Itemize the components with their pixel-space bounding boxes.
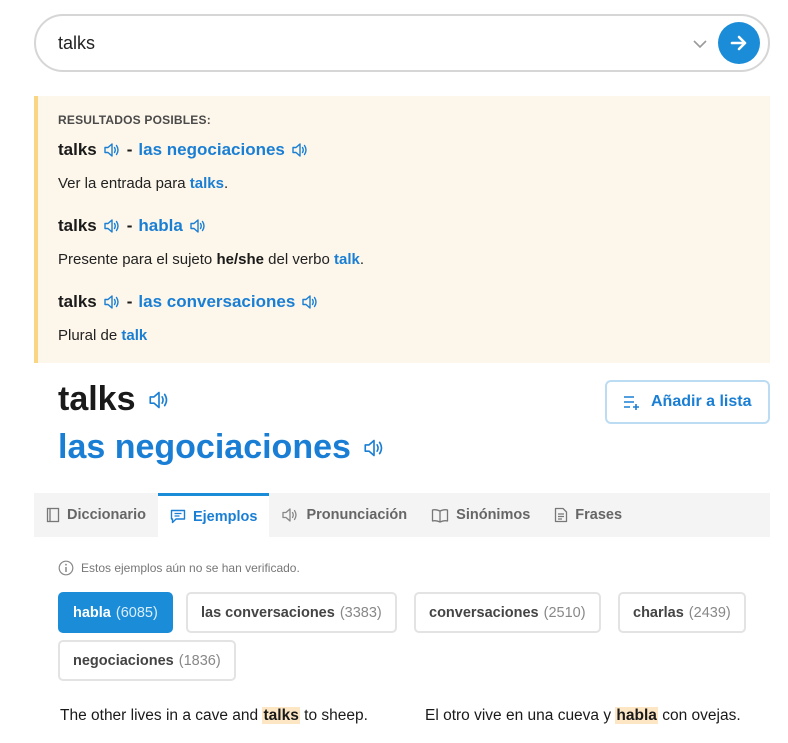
book-icon <box>46 507 60 523</box>
speaker-icon[interactable] <box>299 292 321 312</box>
result-description: Plural de talk <box>58 327 148 344</box>
example-sentence-en: The other lives in a cave and talks to s… <box>60 707 368 724</box>
add-to-list-label: Añadir a lista <box>651 393 752 410</box>
tab-sinonimos[interactable]: Sinónimos <box>419 493 542 537</box>
headword-translation-text[interactable]: las negociaciones <box>58 428 351 467</box>
headword-text: talks <box>58 380 136 418</box>
tab-frases[interactable]: Frases <box>542 493 634 537</box>
result-source-word: talks <box>58 292 97 311</box>
filter-chip[interactable]: habla (6085) <box>58 592 173 633</box>
result-translation-link[interactable]: las conversaciones <box>138 292 295 312</box>
speaker-icon <box>282 508 298 522</box>
result-dash: - <box>126 292 133 311</box>
arrow-right-icon <box>730 35 747 51</box>
tab-ejemplos[interactable]: Ejemplos <box>157 493 270 537</box>
speaker-icon[interactable] <box>101 292 123 312</box>
result-description: Ver la entrada para talks. <box>58 175 229 192</box>
tab-diccionario[interactable]: Diccionario <box>34 493 158 537</box>
result-line: talks - las conversaciones <box>58 292 321 312</box>
add-to-list-button[interactable]: Añadir a lista <box>605 380 770 424</box>
filter-chip[interactable]: charlas (2439) <box>618 592 746 633</box>
result-line: talks - las negociaciones <box>58 140 311 160</box>
example-highlight: habla <box>615 707 658 724</box>
result-source-word: talks <box>58 216 97 235</box>
tab-pronunciacion[interactable]: Pronunciación <box>269 493 419 537</box>
info-icon <box>58 560 74 576</box>
filter-chip[interactable]: conversaciones (2510) <box>414 592 601 633</box>
chevron-down-icon[interactable] <box>690 34 710 54</box>
example-highlight: talks <box>262 707 300 724</box>
speaker-icon[interactable] <box>289 140 311 160</box>
result-source-word: talks <box>58 140 97 159</box>
search-submit-button[interactable] <box>718 22 760 64</box>
add-list-icon <box>624 396 639 410</box>
result-entry-link[interactable]: talk <box>334 251 360 268</box>
speech-bubble-icon <box>170 509 186 524</box>
speaker-icon[interactable] <box>146 388 172 412</box>
result-dash: - <box>126 140 133 159</box>
example-sentence-es: El otro vive en una cueva y habla con ov… <box>425 707 741 724</box>
result-entry-link[interactable]: talks <box>190 175 224 192</box>
search-bar <box>34 14 770 72</box>
result-line: talks - habla <box>58 216 209 236</box>
unverified-notice: Estos ejemplos aún no se han verificado. <box>58 560 300 576</box>
result-entry-link[interactable]: talk <box>121 327 147 344</box>
open-book-icon <box>432 508 449 523</box>
filter-chip[interactable]: las conversaciones (3383) <box>186 592 397 633</box>
result-translation-link[interactable]: habla <box>138 216 182 236</box>
speaker-icon[interactable] <box>187 216 209 236</box>
result-dash: - <box>126 216 133 235</box>
speaker-icon[interactable] <box>101 140 123 160</box>
results-heading: RESULTADOS POSIBLES: <box>58 113 211 127</box>
speaker-icon[interactable] <box>101 216 123 236</box>
filter-chip[interactable]: negociaciones (1836) <box>58 640 236 681</box>
headword-translation: las negociaciones <box>58 428 387 467</box>
result-translation-link[interactable]: las negociaciones <box>138 140 284 160</box>
speaker-icon[interactable] <box>361 436 387 460</box>
notice-text: Estos ejemplos aún no se han verificado. <box>81 561 300 575</box>
section-tabs: Diccionario Ejemplos Pronunciación Sinón… <box>34 493 770 537</box>
possible-results-panel: RESULTADOS POSIBLES: talks - las negocia… <box>34 96 770 363</box>
result-description: Presente para el sujeto he/she del verbo… <box>58 251 365 268</box>
headword: talks <box>58 380 172 419</box>
document-icon <box>555 507 568 523</box>
search-input[interactable] <box>58 28 618 58</box>
